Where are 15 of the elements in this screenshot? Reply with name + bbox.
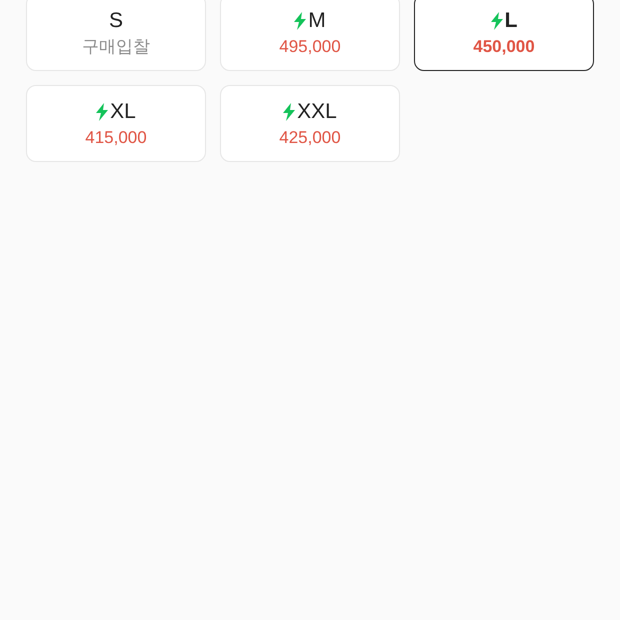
size-option[interactable]: L 450,000 [414,0,594,71]
size-label: M [308,8,326,32]
size-label: XXL [297,100,337,124]
price-label: 495,000 [279,36,341,56]
size-option[interactable]: S 구매입찰 [26,0,206,71]
price-label: 425,000 [279,128,341,148]
size-label: L [504,8,518,32]
size-option[interactable]: XXL 425,000 [220,85,400,162]
size-option[interactable]: XL 415,000 [26,85,206,162]
price-label: 450,000 [473,36,535,56]
size-label: S [108,8,123,32]
price-label: 415,000 [85,128,147,148]
size-label: XL [110,100,136,124]
bid-label: 구매입찰 [82,36,150,56]
size-option[interactable]: M 495,000 [220,0,400,71]
